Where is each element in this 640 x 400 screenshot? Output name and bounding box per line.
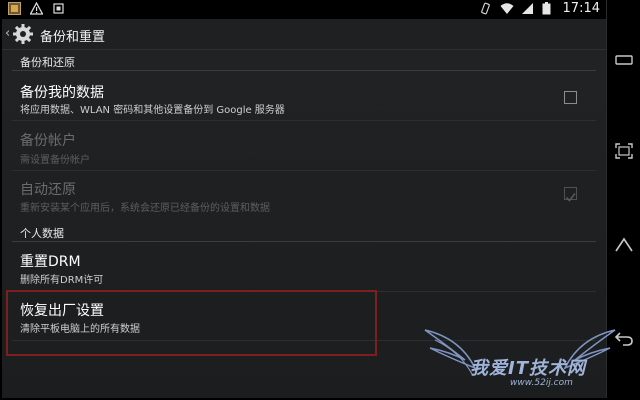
section-header-personal: 个人数据 <box>20 227 64 240</box>
wifi-icon <box>500 2 514 15</box>
item-title: 重置DRM <box>20 254 81 270</box>
home-icon[interactable] <box>615 236 633 256</box>
status-bar: 17:14 <box>2 0 606 19</box>
factory-reset-highlight-box <box>6 290 377 356</box>
gallery-icon <box>8 2 21 15</box>
item-subtitle: 删除所有DRM许可 <box>20 275 104 286</box>
check-icon <box>565 193 576 202</box>
item-title: 备份帐户 <box>20 133 76 149</box>
warning-icon <box>29 1 44 15</box>
section-divider <box>12 241 596 242</box>
item-subtitle: 重新安装某个应用后，系统会还原已经备份的设置和数据 <box>20 203 270 214</box>
watermark-url: www.52ij.com <box>510 378 573 388</box>
auto-restore-checkbox <box>564 187 577 202</box>
section-divider <box>12 70 596 71</box>
gear-icon[interactable] <box>12 23 34 45</box>
action-bar[interactable]: ‹ 备份和重置 <box>2 19 606 50</box>
signal-icon <box>521 2 534 15</box>
backup-data-checkbox[interactable] <box>564 91 577 104</box>
recents-icon[interactable] <box>615 143 633 163</box>
notification-icon <box>52 2 65 15</box>
item-divider <box>12 170 596 171</box>
battery-icon <box>542 2 555 15</box>
status-time: 17:14 <box>562 1 600 16</box>
item-subtitle: 需设置备份帐户 <box>20 155 90 166</box>
item-title: 自动还原 <box>20 182 76 198</box>
section-header-backup: 备份和还原 <box>20 56 75 69</box>
vibrate-icon <box>479 2 492 15</box>
item-title: 备份我的数据 <box>20 85 104 101</box>
watermark-text: 我爱IT技术网 <box>470 358 586 379</box>
item-subtitle: 将应用数据、WLAN 密码和其他设置备份到 Google 服务器 <box>20 105 285 116</box>
nav-top-icon[interactable] <box>615 52 633 71</box>
page-title: 备份和重置 <box>40 30 106 45</box>
item-divider <box>12 120 596 121</box>
back-chevron-icon[interactable]: ‹ <box>5 26 10 41</box>
